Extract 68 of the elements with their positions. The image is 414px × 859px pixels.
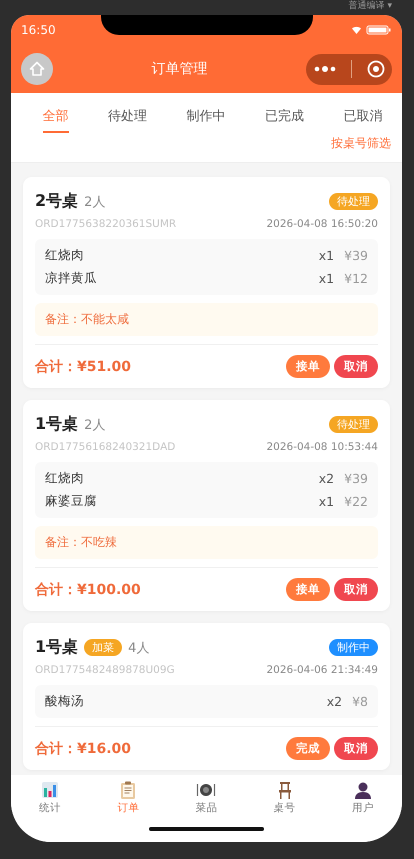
order-number: ORD1775638220361SUMR <box>35 218 176 230</box>
more-icon <box>314 65 336 73</box>
filter-tab[interactable]: 已取消 <box>343 107 382 133</box>
dish-price: ¥22 <box>344 494 368 509</box>
chair-icon <box>276 781 293 799</box>
dish-price: ¥39 <box>344 248 368 263</box>
order-number: ORD17756168240321DAD <box>35 441 176 453</box>
filter-tab[interactable]: 待处理 <box>108 107 148 133</box>
bottom-tab[interactable]: 订单 <box>103 781 154 815</box>
clipboard-icon <box>119 781 138 799</box>
table-number: 2号桌 <box>35 191 78 212</box>
page-title: 订单管理 <box>152 60 208 78</box>
home-button[interactable] <box>21 53 53 85</box>
dish-quantity: x1 <box>318 271 334 286</box>
status-time: 16:50 <box>21 23 56 37</box>
order-total: 合计：¥100.00 <box>35 580 141 598</box>
status-badge: 待处理 <box>329 193 378 210</box>
order-total: 合计：¥16.00 <box>35 740 132 758</box>
table-number: 1号桌 <box>35 637 78 658</box>
order-time: 2026-04-08 16:50:20 <box>266 218 378 230</box>
order-number: ORD1775482489878U09G <box>35 664 175 676</box>
bottom-tab[interactable]: 桌号 <box>260 781 310 815</box>
status-badge: 制作中 <box>329 639 378 656</box>
bottom-tab[interactable]: 用户 <box>338 781 388 815</box>
dish-quantity: x2 <box>326 694 342 709</box>
order-total: 合计：¥51.00 <box>35 358 132 376</box>
dish-name: 酸梅汤 <box>45 693 84 710</box>
table-filter-link[interactable]: 按桌号筛选 <box>331 135 391 152</box>
cancel-button[interactable]: 取消 <box>334 578 378 601</box>
dish-price: ¥8 <box>352 694 368 709</box>
filter-tab[interactable]: 制作中 <box>186 107 226 133</box>
table-number: 1号桌 <box>35 414 78 435</box>
status-badge: 待处理 <box>329 416 378 433</box>
dish-quantity: x1 <box>318 248 334 263</box>
cancel-button[interactable]: 取消 <box>334 737 378 760</box>
dish-name: 红烧肉 <box>45 470 84 487</box>
target-icon <box>366 60 384 78</box>
people-count: 2人 <box>84 194 106 210</box>
order-remark: 备注：不吃辣 <box>35 526 378 559</box>
order-time: 2026-04-06 21:34:49 <box>266 664 378 676</box>
home-icon <box>29 61 45 77</box>
cancel-button[interactable]: 取消 <box>334 355 378 378</box>
dish-price: ¥39 <box>344 471 368 486</box>
plate-icon <box>196 781 216 799</box>
dish-price: ¥12 <box>344 271 368 286</box>
action-button[interactable]: 接单 <box>286 578 330 601</box>
dish-quantity: x2 <box>318 471 334 486</box>
people-count: 4人 <box>128 640 150 656</box>
dish-name: 红烧肉 <box>45 247 84 264</box>
compile-mode-label[interactable]: 普通编译 ▾ <box>348 1 392 15</box>
bottom-tab[interactable]: 统计 <box>25 781 76 815</box>
add-dish-tag: 加菜 <box>84 639 122 656</box>
order-time: 2026-04-08 10:53:44 <box>266 441 378 453</box>
more-button[interactable] <box>314 65 336 73</box>
action-button[interactable]: 接单 <box>286 355 330 378</box>
bar-chart-icon <box>41 781 60 799</box>
dish-quantity: x1 <box>318 494 334 509</box>
filter-tab[interactable]: 已完成 <box>264 107 304 133</box>
dish-name: 麻婆豆腐 <box>45 493 97 510</box>
filter-tab[interactable]: 全部 <box>42 107 69 133</box>
dish-name: 凉拌黄瓜 <box>45 270 97 287</box>
order-remark: 备注：不能太咸 <box>35 303 378 336</box>
person-icon <box>354 781 372 799</box>
action-button[interactable]: 完成 <box>286 737 330 760</box>
people-count: 2人 <box>84 416 106 434</box>
close-button[interactable] <box>366 60 384 78</box>
bottom-tab[interactable]: 菜品 <box>181 781 232 815</box>
wifi-battery-icon <box>352 25 392 35</box>
